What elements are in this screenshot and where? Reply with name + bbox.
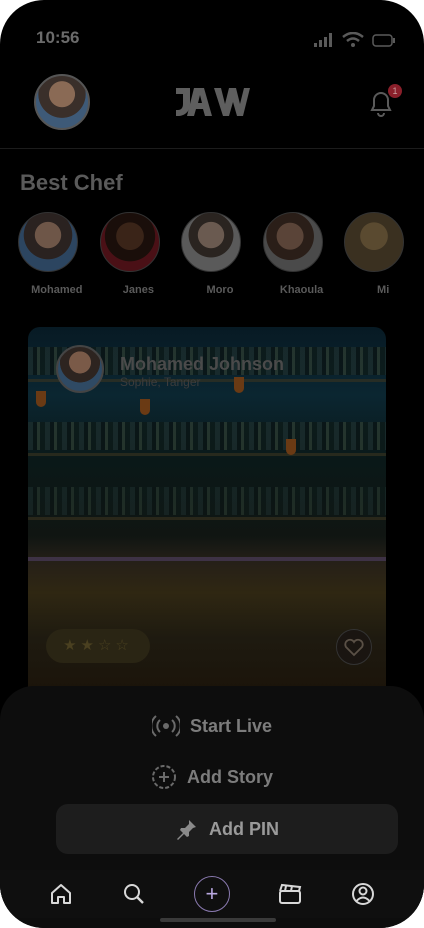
chef-item[interactable]: Janes: [98, 212, 180, 302]
chef-avatar: [18, 212, 78, 272]
add-story-label: Add Story: [186, 766, 273, 787]
add-pin-label: Add PIN: [209, 818, 279, 839]
chef-item[interactable]: Mi: [342, 212, 424, 302]
profile-icon[interactable]: [350, 881, 376, 907]
battery-icon: [372, 33, 395, 47]
lamp: [36, 391, 46, 407]
lamp: [234, 377, 244, 393]
pin-icon: [177, 820, 196, 840]
chef-item[interactable]: Mohamed: [16, 212, 98, 302]
chef-item[interactable]: Moro: [179, 212, 261, 302]
home-indicator: [160, 918, 276, 922]
lamp: [286, 439, 296, 455]
add-icon: +: [205, 881, 219, 906]
app-screen: 10:56 1 Best Chef Mohamed Janes Moro Kha…: [0, 0, 424, 928]
live-icon: [151, 715, 180, 737]
add-button[interactable]: +: [193, 876, 230, 912]
lamp: [140, 399, 150, 415]
search-icon[interactable]: [121, 881, 147, 907]
add-story-button[interactable]: Add Story: [0, 757, 424, 797]
heart-icon: [344, 638, 364, 657]
rating-stars: ★★☆☆: [46, 629, 150, 663]
section-title: Best Chef: [20, 170, 123, 195]
post-location: Sophie, Tanger: [120, 375, 201, 389]
signal-icon: [314, 33, 332, 47]
chef-name: Janes: [122, 284, 154, 296]
bar-shelf: [28, 453, 386, 456]
chef-avatar: [99, 212, 160, 272]
like-button[interactable]: [336, 629, 372, 665]
chef-list: Mohamed Janes Moro Khaoula Mi: [16, 212, 424, 302]
chef-name: Mohamed: [31, 284, 83, 296]
chef-item[interactable]: Khaoula: [261, 212, 343, 302]
start-live-button[interactable]: Start Live: [0, 706, 424, 746]
app-header: 1: [0, 70, 424, 149]
user-avatar[interactable]: [34, 74, 90, 130]
chef-name: Mi: [377, 284, 390, 296]
add-pin-button[interactable]: Add PIN: [56, 804, 398, 854]
clapperboard-icon[interactable]: [277, 881, 303, 907]
chef-avatar: [262, 212, 323, 272]
post-author-avatar[interactable]: [56, 345, 104, 393]
chef-name: Moro: [206, 284, 234, 296]
bar-shelf: [28, 422, 386, 450]
bar-counter: [28, 557, 386, 561]
bar-shelf: [28, 517, 386, 520]
add-story-icon: [151, 765, 176, 789]
chef-avatar: [344, 212, 405, 272]
notification-badge: 1: [388, 84, 402, 98]
bottom-nav: +: [0, 870, 424, 918]
post-author-name[interactable]: Mohamed Johnson: [120, 354, 284, 375]
home-icon[interactable]: [48, 881, 74, 907]
start-live-label: Start Live: [189, 715, 273, 736]
chef-avatar: [181, 212, 242, 272]
post-card[interactable]: Mohamed Johnson Sophie, Tanger ★★☆☆: [28, 327, 386, 707]
chef-name: Khaoula: [279, 284, 324, 296]
status-time: 10:56: [36, 28, 80, 47]
status-bar: 10:56: [0, 0, 424, 60]
brand-logo: [176, 88, 250, 116]
bar-shelf: [28, 487, 386, 515]
wifi-icon: [342, 32, 364, 47]
